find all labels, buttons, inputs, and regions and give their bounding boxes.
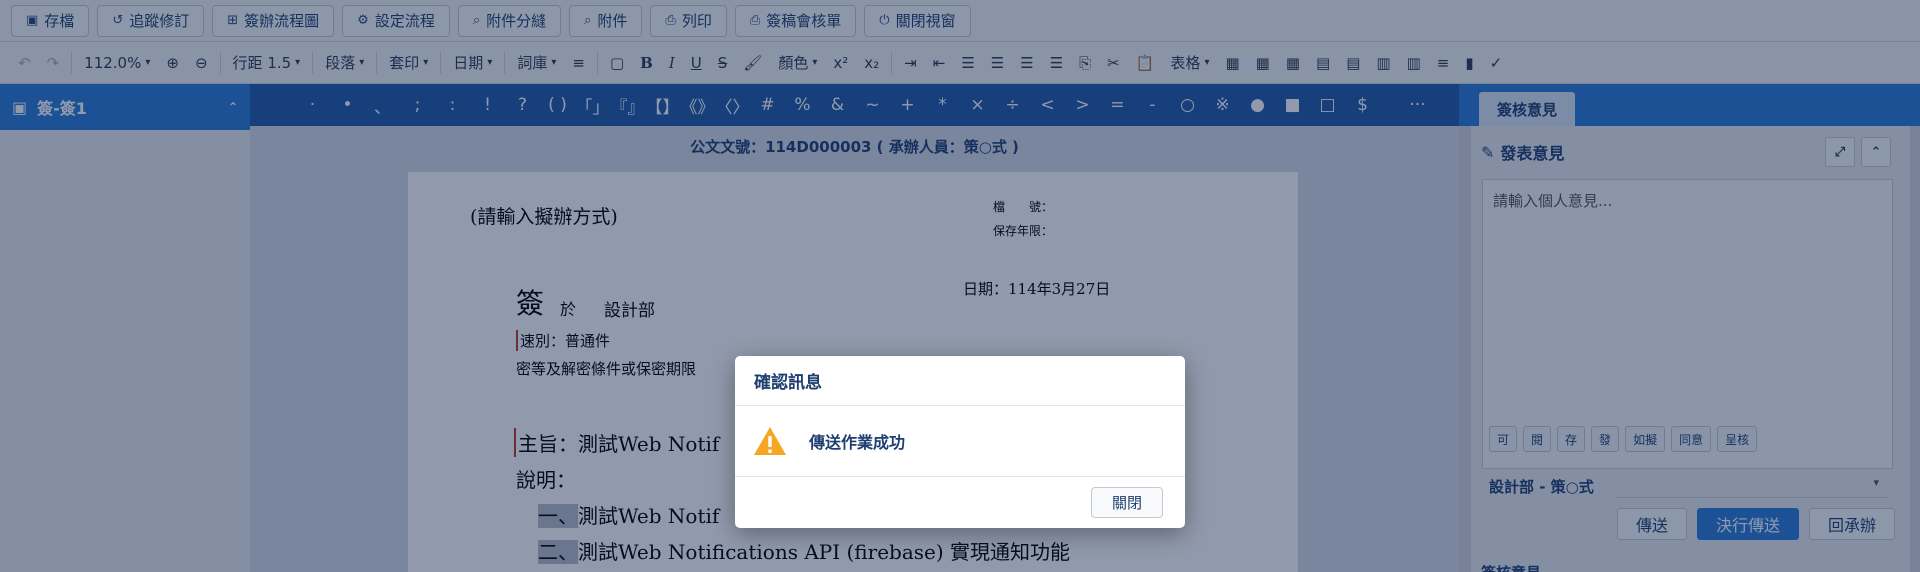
confirm-dialog: 確認訊息 傳送作業成功 關閉 — [735, 356, 1185, 528]
warning-icon — [753, 425, 787, 457]
dialog-body: 傳送作業成功 — [735, 406, 1185, 477]
dialog-title: 確認訊息 — [735, 356, 1185, 406]
close-button[interactable]: 關閉 — [1090, 487, 1163, 518]
dialog-message: 傳送作業成功 — [809, 433, 906, 452]
dialog-footer: 關閉 — [735, 477, 1185, 528]
